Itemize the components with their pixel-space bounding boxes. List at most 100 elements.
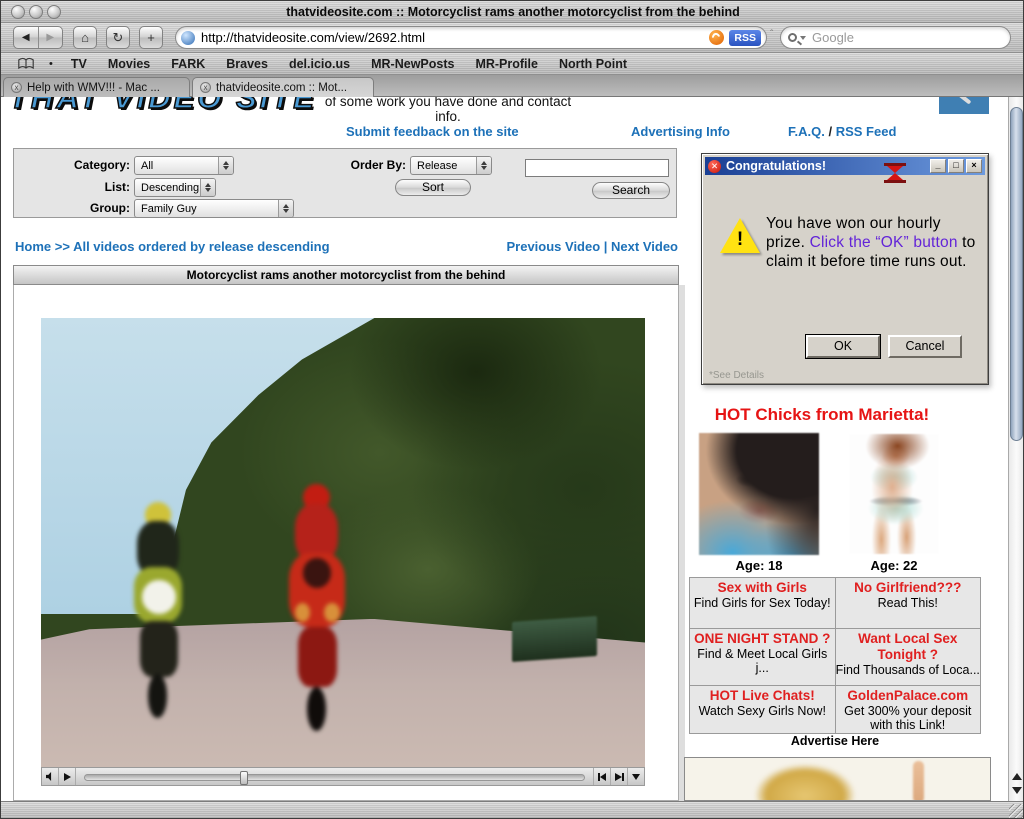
seek-slider[interactable] <box>76 768 593 785</box>
snapback-icon[interactable] <box>709 30 725 45</box>
popup-x-icon[interactable]: × <box>966 159 982 173</box>
tab-bar: x Help with WMV!!! - Mac ... x thatvideo… <box>1 75 1023 97</box>
ad-cell-goldenpalace[interactable]: GoldenPalace.com Get 300% your deposit wi… <box>835 686 980 733</box>
popup-minimize-icon[interactable]: _ <box>930 159 946 173</box>
page-content: THAT VIDEO SITE of some work you have do… <box>1 97 1008 801</box>
tab-label[interactable]: Help with WMV!!! - Mac ... <box>27 82 160 94</box>
hot-chicks-title: HOT Chicks from Marietta! <box>714 405 930 424</box>
tab-thatvideosite[interactable]: x thatvideosite.com :: Mot... <box>192 77 374 97</box>
step-forward-icon[interactable] <box>610 768 627 785</box>
bookmark-item-mr-newposts[interactable]: MR-NewPosts <box>371 57 454 71</box>
window-zoom-button[interactable] <box>47 5 61 19</box>
link-separator: / <box>828 124 833 139</box>
bookmarks-book-icon[interactable] <box>17 57 35 70</box>
tab-close-icon[interactable]: x <box>200 82 211 93</box>
playhead-handle[interactable] <box>239 771 248 785</box>
resize-caret-icon: ˆ <box>770 29 774 40</box>
bookmark-item-north-point[interactable]: North Point <box>559 57 627 71</box>
browser-toolbar: ◀ ▶ ⌂ ↻ + http://thatvideosite.com/view/… <box>1 23 1023 53</box>
cancel-button[interactable]: Cancel <box>888 335 962 358</box>
category-select[interactable]: All <box>134 156 234 175</box>
window-title: thatvideosite.com :: Motorcyclist rams a… <box>286 5 740 19</box>
search-input[interactable] <box>812 30 1003 45</box>
group-label: Group: <box>90 201 130 215</box>
ad-cell-hot-live-chats[interactable]: HOT Live Chats! Watch Sexy Girls Now! <box>690 686 835 733</box>
next-video-link[interactable]: Next Video <box>611 239 678 254</box>
window-minimize-button[interactable] <box>29 5 43 19</box>
banner-photo <box>735 762 875 800</box>
popup-maximize-icon[interactable]: □ <box>948 159 964 173</box>
tab-label[interactable]: thatvideosite.com :: Mot... <box>216 82 347 94</box>
banner-arm-photo <box>913 761 924 800</box>
bottom-banner-ad[interactable] <box>684 757 991 801</box>
home-icon[interactable]: ⌂ <box>73 26 97 49</box>
ad-cell-want-local-sex[interactable]: Want Local Sex Tonight ? Find Thousands o… <box>835 629 980 685</box>
video-frame <box>41 318 645 767</box>
scroll-down-icon[interactable] <box>1012 787 1022 795</box>
bookmark-item-tv[interactable]: TV <box>71 57 87 71</box>
faq-rss-links: F.A.Q. / RSS Feed <box>788 124 896 139</box>
url-text[interactable]: http://thatvideosite.com/view/2692.html <box>201 30 709 45</box>
bookmark-item-delicious[interactable]: del.icio.us <box>289 57 350 71</box>
scroll-up-icon[interactable] <box>1012 773 1022 781</box>
window-titlebar: thatvideosite.com :: Motorcyclist rams a… <box>1 1 1023 23</box>
popup-ad-window: ✕ Congratulations! _ □ × ! You have won … <box>701 153 989 385</box>
ad-cell-sex-with-girls[interactable]: Sex with Girls Find Girls for Sex Today! <box>690 578 835 628</box>
bookmark-item-mr-profile[interactable]: MR-Profile <box>475 57 538 71</box>
list-select[interactable]: Descending <box>134 178 216 197</box>
site-globe-icon <box>181 30 195 45</box>
hourglass-icon <box>884 163 906 183</box>
forward-icon[interactable]: ▶ <box>39 27 63 48</box>
faq-link[interactable]: F.A.Q. <box>788 124 825 139</box>
ad-photo-right[interactable] <box>849 434 939 554</box>
page-scrollbar[interactable] <box>1008 97 1023 801</box>
add-bookmark-icon[interactable]: + <box>139 26 163 49</box>
reload-icon[interactable]: ↻ <box>106 26 130 49</box>
video-search-input[interactable] <box>525 159 669 177</box>
ad-cell-one-night-stand[interactable]: ONE NIGHT STAND ? Find & Meet Local Girls… <box>690 629 835 685</box>
resize-grip-handle[interactable] <box>1009 804 1023 818</box>
bookmark-item-movies[interactable]: Movies <box>108 57 150 71</box>
step-back-icon[interactable] <box>593 768 610 785</box>
quicktime-menu-icon[interactable] <box>627 768 644 785</box>
bookmark-item-braves[interactable]: Braves <box>226 57 268 71</box>
back-icon[interactable]: ◀ <box>14 27 38 48</box>
ok-button[interactable]: OK <box>805 334 881 359</box>
breadcrumb-home-link[interactable]: Home <box>15 239 51 254</box>
corner-search-icon[interactable] <box>939 97 989 114</box>
tab-close-icon[interactable]: x <box>11 82 22 93</box>
scrollbar-thumb[interactable] <box>1010 107 1023 441</box>
rss-badge[interactable]: RSS <box>729 29 761 46</box>
google-search-field[interactable] <box>780 26 1011 49</box>
ad-photo-left[interactable] <box>699 433 819 555</box>
column-divider <box>679 285 685 801</box>
play-icon[interactable] <box>59 768 76 785</box>
search-options-chevron-icon[interactable] <box>800 35 806 40</box>
age-left-label: Age: 18 <box>735 558 783 573</box>
rss-feed-link[interactable]: RSS Feed <box>836 124 897 139</box>
popup-titlebar: ✕ Congratulations! _ □ × <box>705 157 985 175</box>
submit-feedback-link[interactable]: Submit feedback on the site <box>346 124 519 139</box>
tab-help-with-wmv[interactable]: x Help with WMV!!! - Mac ... <box>3 77 190 97</box>
search-button[interactable]: Search <box>592 182 670 199</box>
warning-triangle-icon: ! <box>720 218 760 253</box>
sort-button[interactable]: Sort <box>395 179 471 196</box>
breadcrumb-trail-link[interactable]: All videos ordered by release descending <box>73 239 329 254</box>
volume-icon[interactable] <box>42 768 59 785</box>
advertise-here-link[interactable]: Advertise Here <box>689 734 981 748</box>
advertising-info-link[interactable]: Advertising Info <box>631 124 730 139</box>
previous-video-link[interactable]: Previous Video <box>506 239 600 254</box>
window-close-button[interactable] <box>11 5 25 19</box>
back-forward-buttons: ◀ ▶ <box>13 26 63 49</box>
ad-links-table: Sex with Girls Find Girls for Sex Today! … <box>689 577 981 734</box>
age-right-label: Age: 22 <box>870 558 918 573</box>
popup-close-circle-icon[interactable]: ✕ <box>708 159 721 173</box>
seek-track[interactable] <box>84 771 585 785</box>
address-bar[interactable]: http://thatvideosite.com/view/2692.html … <box>175 26 767 49</box>
quicktime-controls <box>41 767 645 786</box>
bookmark-item-fark[interactable]: FARK <box>171 57 205 71</box>
ad-cell-no-girlfriend[interactable]: No Girlfriend??? Read This! <box>835 578 980 628</box>
stepper-icon <box>200 179 215 196</box>
group-select[interactable]: Family Guy <box>134 199 294 218</box>
order-by-select[interactable]: Release <box>410 156 492 175</box>
